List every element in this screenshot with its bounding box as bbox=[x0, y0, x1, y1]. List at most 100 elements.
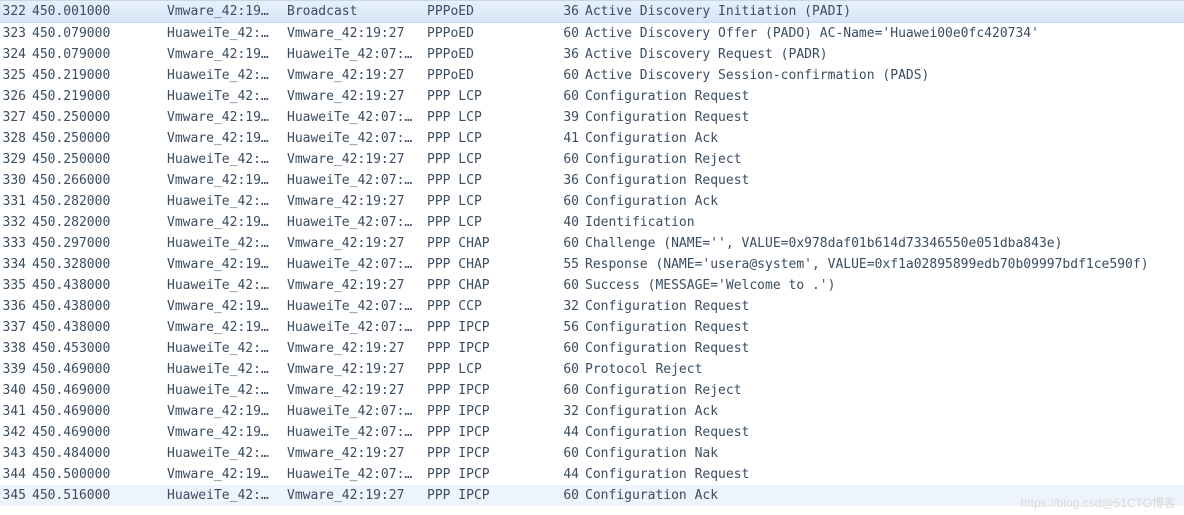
packet-info: Active Discovery Session-confirmation (P… bbox=[585, 65, 1184, 86]
packet-length: 60 bbox=[555, 23, 585, 44]
packet-info: Configuration Ack bbox=[585, 485, 1184, 506]
packet-time: 450.266000 bbox=[32, 170, 167, 191]
packet-row[interactable]: 326450.219000HuaweiTe_42:…Vmware_42:19:2… bbox=[0, 86, 1184, 107]
packet-length: 60 bbox=[555, 359, 585, 380]
packet-no: 333 bbox=[2, 233, 32, 254]
packet-time: 450.079000 bbox=[32, 44, 167, 65]
packet-row[interactable]: 340450.469000HuaweiTe_42:…Vmware_42:19:2… bbox=[0, 380, 1184, 401]
packet-row[interactable]: 338450.453000HuaweiTe_42:…Vmware_42:19:2… bbox=[0, 338, 1184, 359]
packet-info: Configuration Ack bbox=[585, 191, 1184, 212]
packet-no: 343 bbox=[2, 443, 32, 464]
packet-row[interactable]: 328450.250000Vmware_42:19…HuaweiTe_42:07… bbox=[0, 128, 1184, 149]
packet-row[interactable]: 325450.219000HuaweiTe_42:…Vmware_42:19:2… bbox=[0, 65, 1184, 86]
packet-row[interactable]: 337450.438000Vmware_42:19…HuaweiTe_42:07… bbox=[0, 317, 1184, 338]
packet-info: Active Discovery Request (PADR) bbox=[585, 44, 1184, 65]
packet-info: Configuration Reject bbox=[585, 380, 1184, 401]
packet-no: 330 bbox=[2, 170, 32, 191]
packet-no: 338 bbox=[2, 338, 32, 359]
packet-length: 60 bbox=[555, 485, 585, 506]
packet-row[interactable]: 336450.438000Vmware_42:19…HuaweiTe_42:07… bbox=[0, 296, 1184, 317]
packet-no: 322 bbox=[2, 1, 32, 22]
packet-length: 60 bbox=[555, 275, 585, 296]
packet-destination: HuaweiTe_42:07:… bbox=[287, 128, 427, 149]
packet-destination: HuaweiTe_42:07:… bbox=[287, 401, 427, 422]
packet-destination: HuaweiTe_42:07:… bbox=[287, 107, 427, 128]
packet-source: HuaweiTe_42:… bbox=[167, 149, 287, 170]
packet-list[interactable]: 322450.001000Vmware_42:19…BroadcastPPPoE… bbox=[0, 0, 1184, 506]
packet-protocol: PPP IPCP bbox=[427, 401, 555, 422]
packet-destination: Vmware_42:19:27 bbox=[287, 86, 427, 107]
packet-destination: Vmware_42:19:27 bbox=[287, 23, 427, 44]
packet-info: Configuration Request bbox=[585, 296, 1184, 317]
packet-info: Response (NAME='usera@system', VALUE=0xf… bbox=[585, 254, 1184, 275]
packet-destination: Vmware_42:19:27 bbox=[287, 191, 427, 212]
packet-protocol: PPP CHAP bbox=[427, 233, 555, 254]
packet-length: 60 bbox=[555, 65, 585, 86]
packet-time: 450.438000 bbox=[32, 317, 167, 338]
packet-length: 56 bbox=[555, 317, 585, 338]
packet-source: Vmware_42:19… bbox=[167, 254, 287, 275]
packet-source: HuaweiTe_42:… bbox=[167, 338, 287, 359]
packet-no: 324 bbox=[2, 44, 32, 65]
packet-info: Configuration Reject bbox=[585, 149, 1184, 170]
packet-source: Vmware_42:19… bbox=[167, 170, 287, 191]
packet-row[interactable]: 327450.250000Vmware_42:19…HuaweiTe_42:07… bbox=[0, 107, 1184, 128]
packet-destination: HuaweiTe_42:07:… bbox=[287, 296, 427, 317]
packet-source: HuaweiTe_42:… bbox=[167, 485, 287, 506]
packet-info: Success (MESSAGE='Welcome to .') bbox=[585, 275, 1184, 296]
packet-time: 450.453000 bbox=[32, 338, 167, 359]
packet-no: 325 bbox=[2, 65, 32, 86]
packet-time: 450.250000 bbox=[32, 128, 167, 149]
packet-info: Active Discovery Initiation (PADI) bbox=[585, 1, 1184, 22]
packet-time: 450.001000 bbox=[32, 1, 167, 22]
packet-row[interactable]: 332450.282000Vmware_42:19…HuaweiTe_42:07… bbox=[0, 212, 1184, 233]
packet-info: Configuration Request bbox=[585, 317, 1184, 338]
packet-time: 450.469000 bbox=[32, 359, 167, 380]
packet-destination: Vmware_42:19:27 bbox=[287, 65, 427, 86]
packet-row[interactable]: 324450.079000Vmware_42:19…HuaweiTe_42:07… bbox=[0, 44, 1184, 65]
packet-protocol: PPP IPCP bbox=[427, 443, 555, 464]
packet-time: 450.516000 bbox=[32, 485, 167, 506]
packet-no: 339 bbox=[2, 359, 32, 380]
packet-no: 332 bbox=[2, 212, 32, 233]
packet-row[interactable]: 330450.266000Vmware_42:19…HuaweiTe_42:07… bbox=[0, 170, 1184, 191]
packet-info: Configuration Request bbox=[585, 107, 1184, 128]
packet-time: 450.469000 bbox=[32, 380, 167, 401]
packet-row[interactable]: 344450.500000Vmware_42:19…HuaweiTe_42:07… bbox=[0, 464, 1184, 485]
packet-info: Identification bbox=[585, 212, 1184, 233]
packet-row[interactable]: 331450.282000HuaweiTe_42:…Vmware_42:19:2… bbox=[0, 191, 1184, 212]
packet-row[interactable]: 335450.438000HuaweiTe_42:…Vmware_42:19:2… bbox=[0, 275, 1184, 296]
packet-no: 328 bbox=[2, 128, 32, 149]
packet-time: 450.438000 bbox=[32, 296, 167, 317]
packet-destination: Vmware_42:19:27 bbox=[287, 338, 427, 359]
packet-protocol: PPP CHAP bbox=[427, 275, 555, 296]
packet-destination: HuaweiTe_42:07:… bbox=[287, 44, 427, 65]
packet-row[interactable]: 341450.469000Vmware_42:19…HuaweiTe_42:07… bbox=[0, 401, 1184, 422]
packet-row[interactable]: 345450.516000HuaweiTe_42:…Vmware_42:19:2… bbox=[0, 485, 1184, 506]
packet-row[interactable]: 333450.297000HuaweiTe_42:…Vmware_42:19:2… bbox=[0, 233, 1184, 254]
packet-info: Configuration Nak bbox=[585, 443, 1184, 464]
packet-info: Configuration Request bbox=[585, 464, 1184, 485]
packet-row[interactable]: 323450.079000HuaweiTe_42:…Vmware_42:19:2… bbox=[0, 23, 1184, 44]
packet-protocol: PPP CCP bbox=[427, 296, 555, 317]
packet-row[interactable]: 342450.469000Vmware_42:19…HuaweiTe_42:07… bbox=[0, 422, 1184, 443]
packet-row[interactable]: 334450.328000Vmware_42:19…HuaweiTe_42:07… bbox=[0, 254, 1184, 275]
packet-time: 450.328000 bbox=[32, 254, 167, 275]
packet-length: 36 bbox=[555, 44, 585, 65]
packet-source: HuaweiTe_42:… bbox=[167, 380, 287, 401]
packet-info: Configuration Request bbox=[585, 86, 1184, 107]
packet-row[interactable]: 329450.250000HuaweiTe_42:…Vmware_42:19:2… bbox=[0, 149, 1184, 170]
packet-row[interactable]: 339450.469000HuaweiTe_42:…Vmware_42:19:2… bbox=[0, 359, 1184, 380]
packet-row[interactable]: 343450.484000HuaweiTe_42:…Vmware_42:19:2… bbox=[0, 443, 1184, 464]
packet-destination: HuaweiTe_42:07:… bbox=[287, 254, 427, 275]
packet-time: 450.500000 bbox=[32, 464, 167, 485]
packet-source: Vmware_42:19… bbox=[167, 44, 287, 65]
packet-time: 450.438000 bbox=[32, 275, 167, 296]
packet-source: Vmware_42:19… bbox=[167, 128, 287, 149]
packet-source: HuaweiTe_42:… bbox=[167, 359, 287, 380]
packet-info: Active Discovery Offer (PADO) AC-Name='H… bbox=[585, 23, 1184, 44]
packet-destination: Vmware_42:19:27 bbox=[287, 443, 427, 464]
packet-protocol: PPP IPCP bbox=[427, 464, 555, 485]
packet-time: 450.219000 bbox=[32, 86, 167, 107]
packet-row[interactable]: 322450.001000Vmware_42:19…BroadcastPPPoE… bbox=[0, 0, 1184, 23]
